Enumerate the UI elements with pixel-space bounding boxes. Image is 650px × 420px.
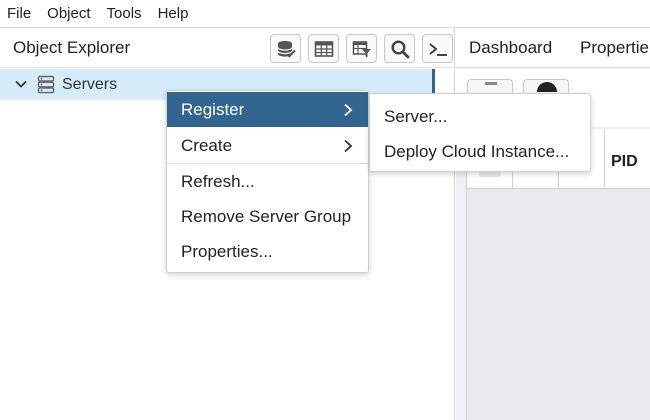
context-item-label: Register	[181, 100, 245, 119]
column-header-pid[interactable]: PID	[611, 153, 638, 171]
menu-file[interactable]: File	[0, 5, 39, 22]
context-item-label: Remove Server Group	[181, 207, 352, 226]
context-item-register[interactable]: Register	[167, 92, 368, 127]
chevron-down-icon[interactable]	[14, 77, 28, 91]
tab-dashboard[interactable]: Dashboard	[469, 38, 552, 58]
context-menu: Register Create Refresh... Remove Server…	[166, 90, 369, 273]
submenu-item-deploy-cloud-instance[interactable]: Deploy Cloud Instance...	[384, 142, 569, 162]
tree-item-label: Servers	[62, 76, 118, 93]
view-data-button[interactable]	[308, 34, 339, 63]
dashboard-panel: Dashboard Propertie PID	[456, 28, 650, 420]
search-icon	[390, 39, 409, 58]
psql-tool-button[interactable]	[422, 34, 453, 63]
context-item-refresh[interactable]: Refresh...	[167, 164, 368, 199]
search-objects-button[interactable]	[384, 34, 415, 63]
query-tool-button[interactable]	[270, 34, 301, 63]
register-submenu: Server... Deploy Cloud Instance...	[369, 93, 591, 172]
terminal-icon	[428, 42, 447, 56]
filtered-rows-button[interactable]	[346, 34, 377, 63]
menu-bar: File Object Tools Help	[0, 0, 650, 28]
context-item-label: Properties...	[181, 242, 273, 261]
context-item-remove-server-group[interactable]: Remove Server Group	[167, 199, 368, 234]
filter-table-icon	[352, 40, 371, 57]
menu-tools[interactable]: Tools	[99, 5, 150, 22]
menu-object[interactable]: Object	[39, 5, 98, 22]
panel-tabs: Dashboard Propertie	[456, 28, 650, 68]
submenu-item-server[interactable]: Server...	[384, 107, 447, 127]
server-group-icon	[37, 75, 55, 94]
context-item-create[interactable]: Create	[167, 128, 368, 163]
context-item-properties[interactable]: Properties...	[167, 234, 368, 269]
chevron-right-icon	[344, 103, 353, 117]
context-item-label: Refresh...	[181, 172, 255, 191]
object-explorer-toolbar	[270, 34, 453, 63]
object-explorer-title: Object Explorer	[13, 38, 131, 57]
object-explorer-header: Object Explorer	[0, 28, 455, 68]
activity-grid: PID	[466, 129, 650, 420]
context-item-label: Create	[181, 136, 233, 155]
tab-properties[interactable]: Propertie	[580, 38, 649, 58]
chevron-right-icon	[344, 139, 353, 153]
database-icon	[276, 40, 296, 58]
table-icon	[314, 40, 333, 57]
menu-help[interactable]: Help	[150, 5, 197, 22]
